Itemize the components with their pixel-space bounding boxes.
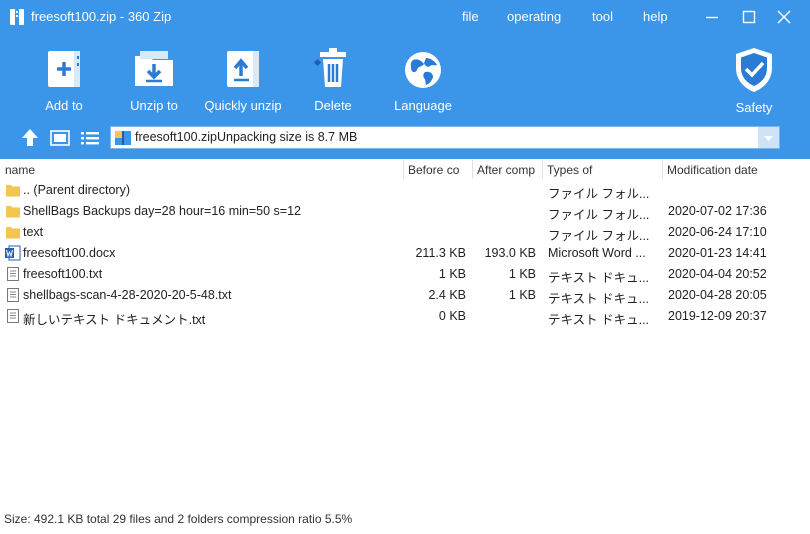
row-type: テキスト ドキュ... (548, 313, 650, 327)
row-type: テキスト ドキュ... (548, 271, 650, 285)
column-divider[interactable] (542, 160, 543, 179)
row-after: 1 KB (508, 288, 536, 302)
row-modified: 2020-01-23 14:41 (668, 246, 767, 260)
row-before: 211.3 KB (415, 246, 466, 260)
column-header-type[interactable]: Types of (547, 163, 659, 177)
word-document-icon (5, 245, 21, 261)
path-text: freesoft100.zipUnpacking size is 8.7 MB (135, 130, 358, 144)
row-before: 0 KB (438, 309, 466, 323)
row-after: 193.0 KB (484, 246, 536, 260)
column-divider[interactable] (403, 160, 404, 179)
minimize-icon[interactable] (703, 8, 721, 26)
unzip-label: Unzip to (130, 98, 178, 113)
row-modified: 2019-12-09 20:37 (668, 309, 767, 323)
trash-icon (313, 48, 346, 87)
text-file-icon (7, 288, 19, 302)
table-row[interactable]: 新しいテキスト ドキュメント.txt 0 KB テキスト ドキュ... 2019… (0, 306, 810, 327)
row-type: ファイル フォル... (548, 208, 650, 222)
table-row[interactable]: text ファイル フォル... 2020-06-24 17:10 (0, 222, 810, 243)
list-view-icon[interactable] (80, 128, 100, 148)
path-field[interactable]: freesoft100.zipUnpacking size is 8.7 MB (110, 126, 780, 149)
delete-label: Delete (314, 98, 352, 113)
quick-unzip-label: Quickly unzip (204, 98, 282, 113)
menu-tool[interactable]: tool (592, 9, 613, 24)
column-header-modified[interactable]: Modification date (667, 163, 807, 177)
row-type: ファイル フォル... (548, 229, 650, 243)
row-name: ShellBags Backups day=28 hour=16 min=50 … (23, 204, 301, 218)
top-panel: freesoft100.zip - 360 Zip file operating… (0, 0, 810, 159)
column-divider[interactable] (472, 160, 473, 179)
table-row[interactable]: shellbags-scan-4-28-2020-20-5-48.txt 2.4… (0, 285, 810, 306)
row-name: shellbags-scan-4-28-2020-20-5-48.txt (23, 288, 232, 302)
column-header-name[interactable]: name (5, 163, 385, 177)
status-bar: Size: 492.1 KB total 29 files and 2 fold… (4, 512, 353, 526)
path-dropdown-button[interactable] (758, 127, 779, 148)
close-icon[interactable] (775, 8, 793, 26)
chevron-down-icon (764, 136, 773, 141)
column-header-row: name Before co After comp Types of Modif… (0, 160, 810, 179)
globe-icon (405, 52, 441, 88)
title-bar: freesoft100.zip - 360 Zip file operating… (0, 0, 810, 34)
text-file-icon (7, 309, 19, 323)
unzip-to-button[interactable]: Unzip to (125, 46, 183, 118)
zip-file-icon (115, 131, 131, 145)
table-row[interactable]: freesoft100.txt 1 KB 1 KB テキスト ドキュ... 20… (0, 264, 810, 285)
row-name: .. (Parent directory) (23, 183, 130, 197)
delete-button[interactable]: Delete (310, 46, 356, 118)
language-label: Language (394, 98, 452, 113)
up-arrow-icon[interactable] (20, 128, 40, 148)
safety-button[interactable]: Safety (730, 46, 778, 118)
add-label: Add to (45, 98, 83, 113)
row-modified: 2020-04-28 20:05 (668, 288, 767, 302)
menu-file[interactable]: file (462, 9, 479, 24)
row-name: text (23, 225, 44, 239)
row-type: Microsoft Word ... (548, 246, 646, 260)
menu-help[interactable]: help (643, 9, 668, 24)
row-before: 2.4 KB (428, 288, 466, 302)
table-row[interactable]: ShellBags Backups day=28 hour=16 min=50 … (0, 201, 810, 222)
quick-unzip-icon (227, 51, 259, 87)
maximize-icon[interactable] (740, 8, 758, 26)
navigation-bar: freesoft100.zipUnpacking size is 8.7 MB (0, 125, 810, 151)
add-archive-icon (48, 51, 80, 87)
text-file-icon (7, 267, 19, 281)
row-type: テキスト ドキュ... (548, 292, 650, 306)
folder-icon (6, 185, 20, 197)
column-header-before[interactable]: Before co (408, 163, 470, 177)
window-title: freesoft100.zip - 360 Zip (31, 9, 172, 24)
row-type: ファイル フォル... (548, 187, 650, 201)
add-button[interactable]: Add to (38, 46, 90, 118)
folder-icon (6, 227, 20, 239)
row-modified: 2020-07-02 17:36 (668, 204, 767, 218)
column-header-after[interactable]: After comp (477, 163, 541, 177)
file-list: .. (Parent directory) ファイル フォル... ShellB… (0, 180, 810, 327)
row-name: freesoft100.docx (23, 246, 116, 260)
unzip-folder-icon (135, 51, 173, 86)
row-name: 新しいテキスト ドキュメント.txt (23, 313, 206, 327)
row-before: 1 KB (438, 267, 466, 281)
row-after: 1 KB (508, 267, 536, 281)
column-divider[interactable] (662, 160, 663, 179)
row-modified: 2020-06-24 17:10 (668, 225, 767, 239)
quickly-unzip-button[interactable]: Quickly unzip (204, 46, 282, 118)
shield-icon (736, 48, 772, 92)
row-modified: 2020-04-04 20:52 (668, 267, 767, 281)
menu-operating[interactable]: operating (507, 9, 561, 24)
language-button[interactable]: Language (392, 46, 454, 118)
safety-label: Safety (735, 100, 773, 115)
table-row[interactable]: .. (Parent directory) ファイル フォル... (0, 180, 810, 201)
table-row[interactable]: freesoft100.docx 211.3 KB 193.0 KB Micro… (0, 243, 810, 264)
folder-icon (6, 206, 20, 218)
thumbnail-view-icon[interactable] (50, 128, 70, 148)
zip-app-icon (10, 9, 24, 25)
row-name: freesoft100.txt (23, 267, 103, 281)
